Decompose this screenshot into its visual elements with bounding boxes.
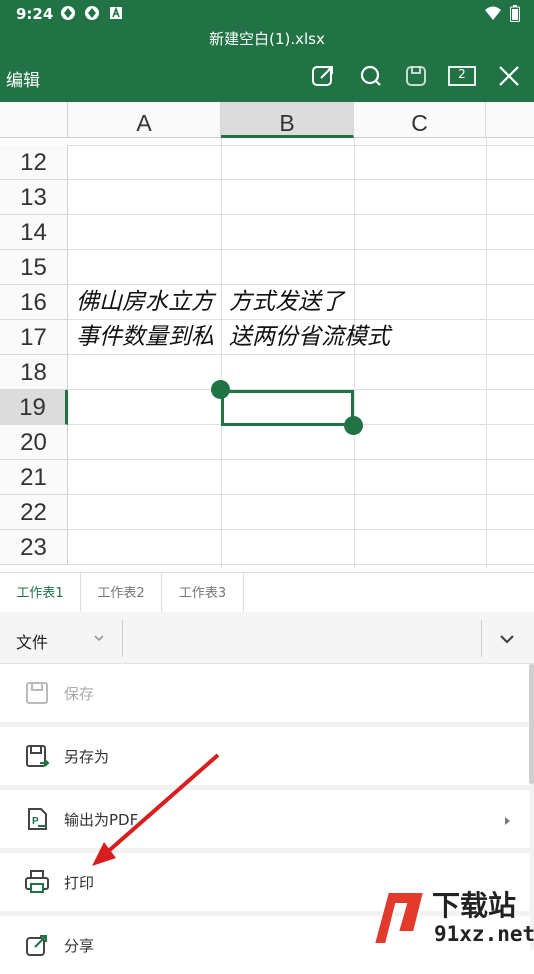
column-header-b[interactable]: B [221,102,354,138]
selected-cell-b19[interactable] [221,390,354,426]
menu-item-save[interactable]: 保存 [0,664,530,722]
pdf-icon: P [24,806,50,832]
grid-line [68,529,534,530]
menu-scrollbar[interactable] [529,664,534,784]
menu-item-export-pdf[interactable]: P 输出为PDF [0,790,530,848]
cell-a16[interactable]: 佛山房水立方 [76,285,221,319]
status-bar: 9:24 [0,0,534,28]
menu-item-label: 保存 [64,685,95,703]
grid-line [68,564,534,565]
document-title: 新建空白(1).xlsx [0,28,534,52]
row-header[interactable]: 15 [0,250,68,285]
watermark-site: 91xz.net [434,922,534,946]
notification-a-icon [108,5,124,21]
svg-text:P: P [32,816,39,827]
row-header[interactable]: 23 [0,530,68,565]
open-external-icon[interactable] [310,63,336,89]
expand-panel-icon[interactable] [496,628,518,650]
corner-cell[interactable] [0,102,68,138]
row-header-selected[interactable]: 19 [0,390,68,425]
cell-b16[interactable]: 方式发送了 [229,285,379,319]
search-icon[interactable] [358,63,384,89]
menu-item-save-as[interactable]: 另存为 [0,727,530,785]
printer-icon [24,869,50,895]
menu-item-label: 另存为 [64,748,110,766]
share-icon [24,932,50,958]
selection-handle-bottom-right[interactable] [344,416,363,435]
column-header-c[interactable]: C [354,102,486,138]
status-system-icons [484,5,520,26]
row-header[interactable]: 22 [0,495,68,530]
spreadsheet-grid[interactable]: A B C 12 13 14 15 16 17 18 19 20 21 22 2… [0,102,534,568]
chevron-down-icon[interactable] [92,630,106,644]
grid-line [68,494,534,495]
column-header-a[interactable]: A [68,102,221,138]
submenu-arrow-icon [502,812,512,825]
cell-a17[interactable]: 事件数量到私 [76,320,221,354]
row-header[interactable]: 12 [0,145,68,180]
app-toolbar: 编辑 2 [0,52,534,102]
divider [481,620,482,657]
row-header[interactable]: 20 [0,425,68,460]
grid-line [68,214,534,215]
cell-b17[interactable]: 送两份省流模式 [229,320,429,354]
wifi-icon [484,5,502,26]
column-header-d[interactable] [486,102,534,138]
save-icon[interactable] [403,63,429,89]
sheet-tab-1[interactable]: 工作表1 [0,573,81,613]
save-as-icon [24,743,50,769]
row-header[interactable]: 13 [0,180,68,215]
watermark-logo: 下载站 91xz.net [368,884,534,950]
grid-line [68,459,534,460]
divider [122,620,123,657]
menu-category-bar: 文件 [0,612,534,664]
edit-button[interactable]: 编辑 [6,66,40,91]
save-icon [24,680,50,706]
row-header[interactable]: 21 [0,460,68,495]
menu-item-label: 打印 [64,874,95,892]
row-header[interactable]: 16 [0,285,68,320]
menu-item-label: 分享 [64,937,95,955]
row-header[interactable]: 18 [0,355,68,390]
grid-line [68,354,534,355]
watermark-brand: 下载站 [432,889,517,922]
grid-line [221,138,222,568]
sheet-tab-3[interactable]: 工作表3 [162,573,244,613]
watermark-emblem-icon [372,891,426,945]
battery-icon [510,5,520,26]
app-notification-icon [60,5,76,21]
selection-handle-top-left[interactable] [211,380,230,399]
close-icon[interactable] [496,63,522,89]
status-notification-icons [60,5,124,21]
grid-line [486,138,487,568]
menu-item-label: 输出为PDF [64,811,139,829]
grid-line [68,145,534,146]
status-time: 9:24 [16,5,54,23]
sheet-tabs: 工作表1 工作表2 工作表3 [0,572,534,613]
grid-line [68,249,534,250]
tab-count: 2 [458,67,466,81]
sheet-tab-2[interactable]: 工作表2 [81,573,162,613]
row-header[interactable]: 14 [0,215,68,250]
row-header[interactable]: 17 [0,320,68,355]
menu-category-select[interactable]: 文件 [16,629,48,653]
tab-switcher-button[interactable]: 2 [447,63,477,89]
grid-line [68,179,534,180]
app-notification-icon [84,5,100,21]
